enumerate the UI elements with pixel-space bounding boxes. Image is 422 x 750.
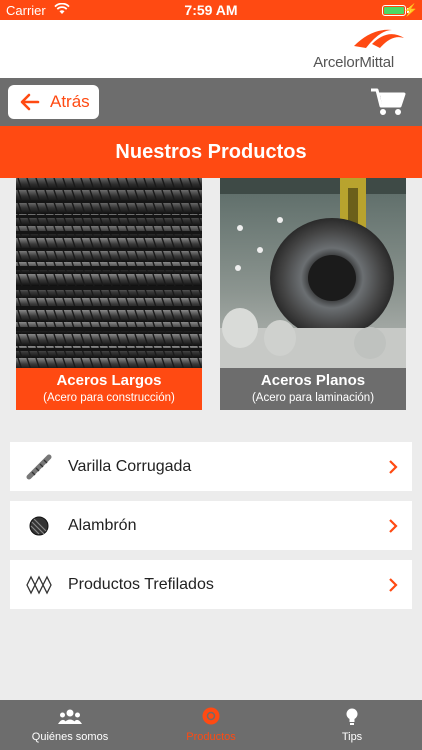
card-aceros-planos-caption: Aceros Planos (Acero para laminación) — [220, 368, 406, 410]
logo-text: ArcelorMittal — [313, 54, 394, 71]
steel-coil-photo — [220, 178, 406, 368]
charging-icon: ⚡ — [403, 3, 418, 17]
shopping-cart-icon[interactable] — [370, 87, 406, 117]
arcelormittal-logo-icon — [354, 29, 404, 48]
rebar-photo — [16, 178, 202, 368]
wire-mesh-icon — [25, 571, 53, 599]
navigation-bar: Atrás — [0, 78, 422, 126]
tab-quienes-somos[interactable]: Quiénes somos — [0, 700, 140, 750]
people-icon — [58, 709, 82, 724]
page-title: Nuestros Productos — [0, 126, 422, 178]
card-aceros-largos-caption: Aceros Largos (Acero para construcción) — [16, 368, 202, 410]
back-button-label: Atrás — [50, 92, 90, 111]
arrow-left-icon — [20, 93, 40, 111]
chevron-right-icon — [389, 459, 398, 474]
card-title: Aceros Planos — [260, 372, 366, 389]
card-title: Aceros Largos — [56, 372, 162, 389]
list-item-label: Productos Trefilados — [68, 575, 214, 593]
chevron-right-icon — [389, 577, 398, 592]
list-item-label: Varilla Corrugada — [68, 457, 192, 475]
wire-coil-icon — [25, 512, 53, 540]
list-item-productos-trefilados[interactable]: Productos Trefilados — [10, 560, 412, 609]
tab-label: Productos — [186, 731, 236, 743]
card-subtitle: (Acero para construcción) — [43, 392, 175, 404]
products-icon — [202, 707, 220, 725]
tab-bar: Quiénes somos Productos Tips — [0, 700, 422, 750]
tab-label: Tips — [341, 731, 363, 743]
chevron-right-icon — [389, 518, 398, 533]
back-button[interactable]: Atrás — [8, 85, 99, 119]
list-item-alambron[interactable]: Alambrón — [10, 501, 412, 550]
brand-header: ArcelorMittal — [0, 20, 422, 78]
list-item-label: Alambrón — [68, 516, 137, 534]
tab-label: Quiénes somos — [31, 731, 109, 743]
clock: 7:59 AM — [184, 2, 238, 18]
card-aceros-largos[interactable]: Aceros Largos (Acero para construcción) — [16, 178, 202, 410]
list-item-varilla-corrugada[interactable]: Varilla Corrugada — [10, 442, 412, 491]
tab-tips[interactable]: Tips — [282, 700, 422, 750]
card-subtitle: (Acero para laminación) — [251, 392, 375, 404]
card-aceros-planos[interactable]: Aceros Planos (Acero para laminación) — [220, 178, 406, 410]
rebar-icon — [25, 453, 53, 481]
lightbulb-icon — [346, 708, 358, 725]
status-bar: Carrier 7:59 AM ⚡ — [0, 0, 422, 20]
tab-productos[interactable]: Productos — [141, 700, 281, 750]
